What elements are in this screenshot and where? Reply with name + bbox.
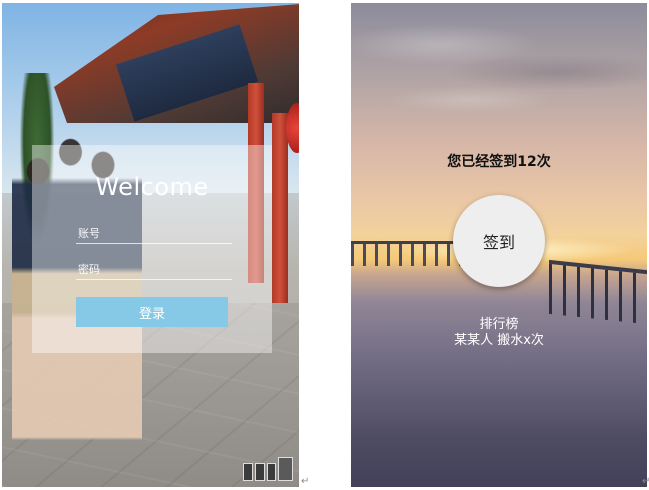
background-gate-pillar [272, 113, 288, 303]
checkin-button[interactable]: 签到 [453, 195, 545, 287]
leaderboard-item: 某某人 搬水x次 [454, 333, 544, 348]
welcome-title: Welcome [95, 173, 209, 201]
watermark-logo [243, 457, 293, 481]
return-mark-icon: ↵ [642, 476, 649, 487]
login-button[interactable]: 登录 [76, 297, 228, 327]
return-mark-icon: ↵ [301, 476, 310, 487]
checkin-screen: 您已经签到12次 签到 排行榜 某某人 搬水x次 [351, 3, 647, 487]
username-input[interactable] [76, 223, 232, 244]
login-screen: Welcome 登录 [2, 3, 299, 487]
background-bridge [351, 241, 461, 266]
checkin-status-text: 您已经签到12次 [447, 154, 551, 170]
login-panel: Welcome 登录 [32, 145, 272, 353]
password-input[interactable] [76, 259, 232, 280]
